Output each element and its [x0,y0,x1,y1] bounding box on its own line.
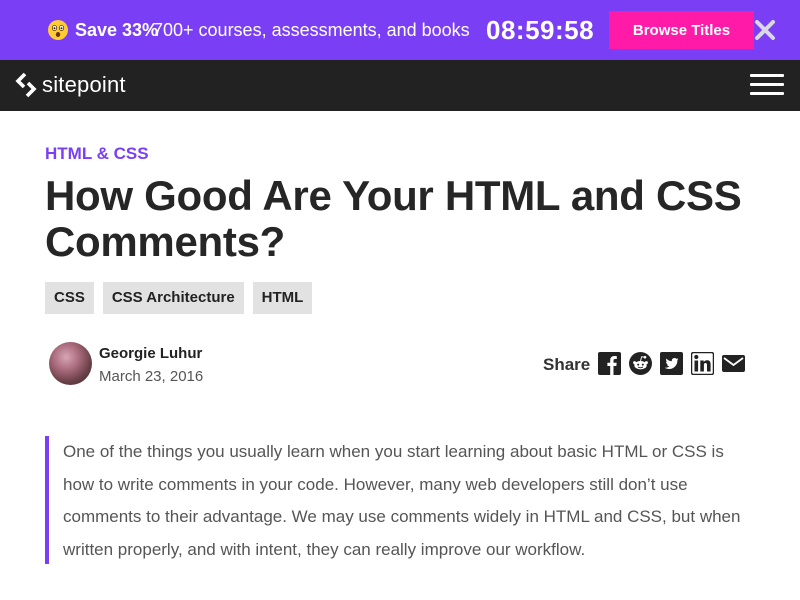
astonished-face-icon [48,20,68,40]
article-title: How Good Are Your HTML and CSS Comments? [45,172,742,265]
logo-text: sitepoint [42,72,126,97]
tag-css[interactable]: CSS [45,282,94,314]
facebook-icon[interactable] [598,352,621,375]
author-name[interactable]: Georgie Luhur [99,345,202,362]
article-category-link[interactable]: HTML & CSS [45,144,149,164]
promo-banner: Save 33% 700+ courses, assessments, and … [0,0,800,60]
publish-date: March 23, 2016 [99,368,204,385]
tag-list: CSS CSS Architecture HTML [45,282,321,314]
tag-html[interactable]: HTML [252,282,313,314]
close-icon[interactable] [754,19,776,41]
twitter-icon[interactable] [660,352,683,375]
reddit-icon[interactable] [629,352,652,375]
linkedin-icon[interactable] [691,352,714,375]
promo-save-text: Save 33% [75,20,159,40]
tag-css-architecture[interactable]: CSS Architecture [102,282,244,314]
browse-titles-button[interactable]: Browse Titles [609,11,754,49]
sitepoint-logo[interactable]: sitepoint [15,72,126,98]
promo-offer-text: 700+ courses, assessments, and books [153,20,470,40]
hamburger-menu-icon[interactable] [750,74,784,96]
article-intro: One of the things you usually learn when… [45,436,755,564]
share-icons [598,352,745,375]
share-label: Share [543,355,591,374]
author-avatar[interactable] [49,342,92,385]
promo-countdown-timer: 08:59:58 [486,15,595,45]
sitepoint-logo-icon [15,72,37,98]
email-icon[interactable] [722,352,745,375]
